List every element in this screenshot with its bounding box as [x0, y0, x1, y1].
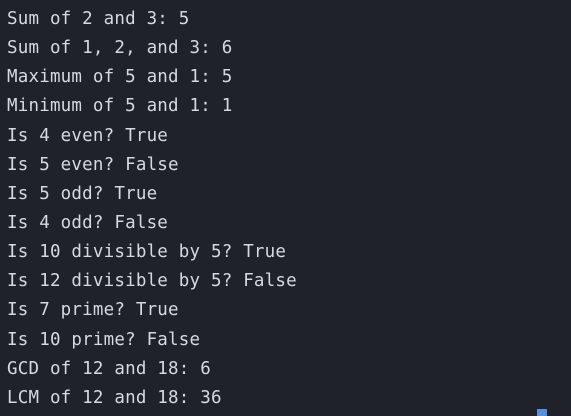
output-line: Is 12 divisible by 5? False — [7, 271, 297, 292]
output-line: Is 10 prime? False — [7, 329, 201, 350]
output-line: Sum of 2 and 3: 5 — [7, 9, 190, 29]
terminal-output: Sum of 2 and 3: 5 Sum of 1, 2, and 3: 6 … — [7, 5, 297, 413]
output-line: Maximum of 5 and 1: 5 — [7, 67, 233, 88]
output-line: Is 7 prime? True — [7, 300, 179, 321]
output-line: Is 5 odd? True — [7, 183, 158, 204]
terminal-window[interactable]: Sum of 2 and 3: 5 Sum of 1, 2, and 3: 6 … — [0, 0, 571, 416]
output-line: Is 4 odd? False — [7, 212, 169, 233]
output-line: Sum of 1, 2, and 3: 6 — [7, 38, 233, 59]
output-line: LCM of 12 and 18: 36 — [7, 387, 222, 408]
output-line: Minimum of 5 and 1: 1 — [7, 96, 233, 117]
terminal-cursor — [537, 409, 547, 416]
output-line: Is 4 even? True — [7, 125, 169, 146]
output-line: Is 5 even? False — [7, 154, 179, 175]
output-line: Is 10 divisible by 5? True — [7, 242, 287, 263]
output-line: GCD of 12 and 18: 6 — [7, 358, 211, 379]
